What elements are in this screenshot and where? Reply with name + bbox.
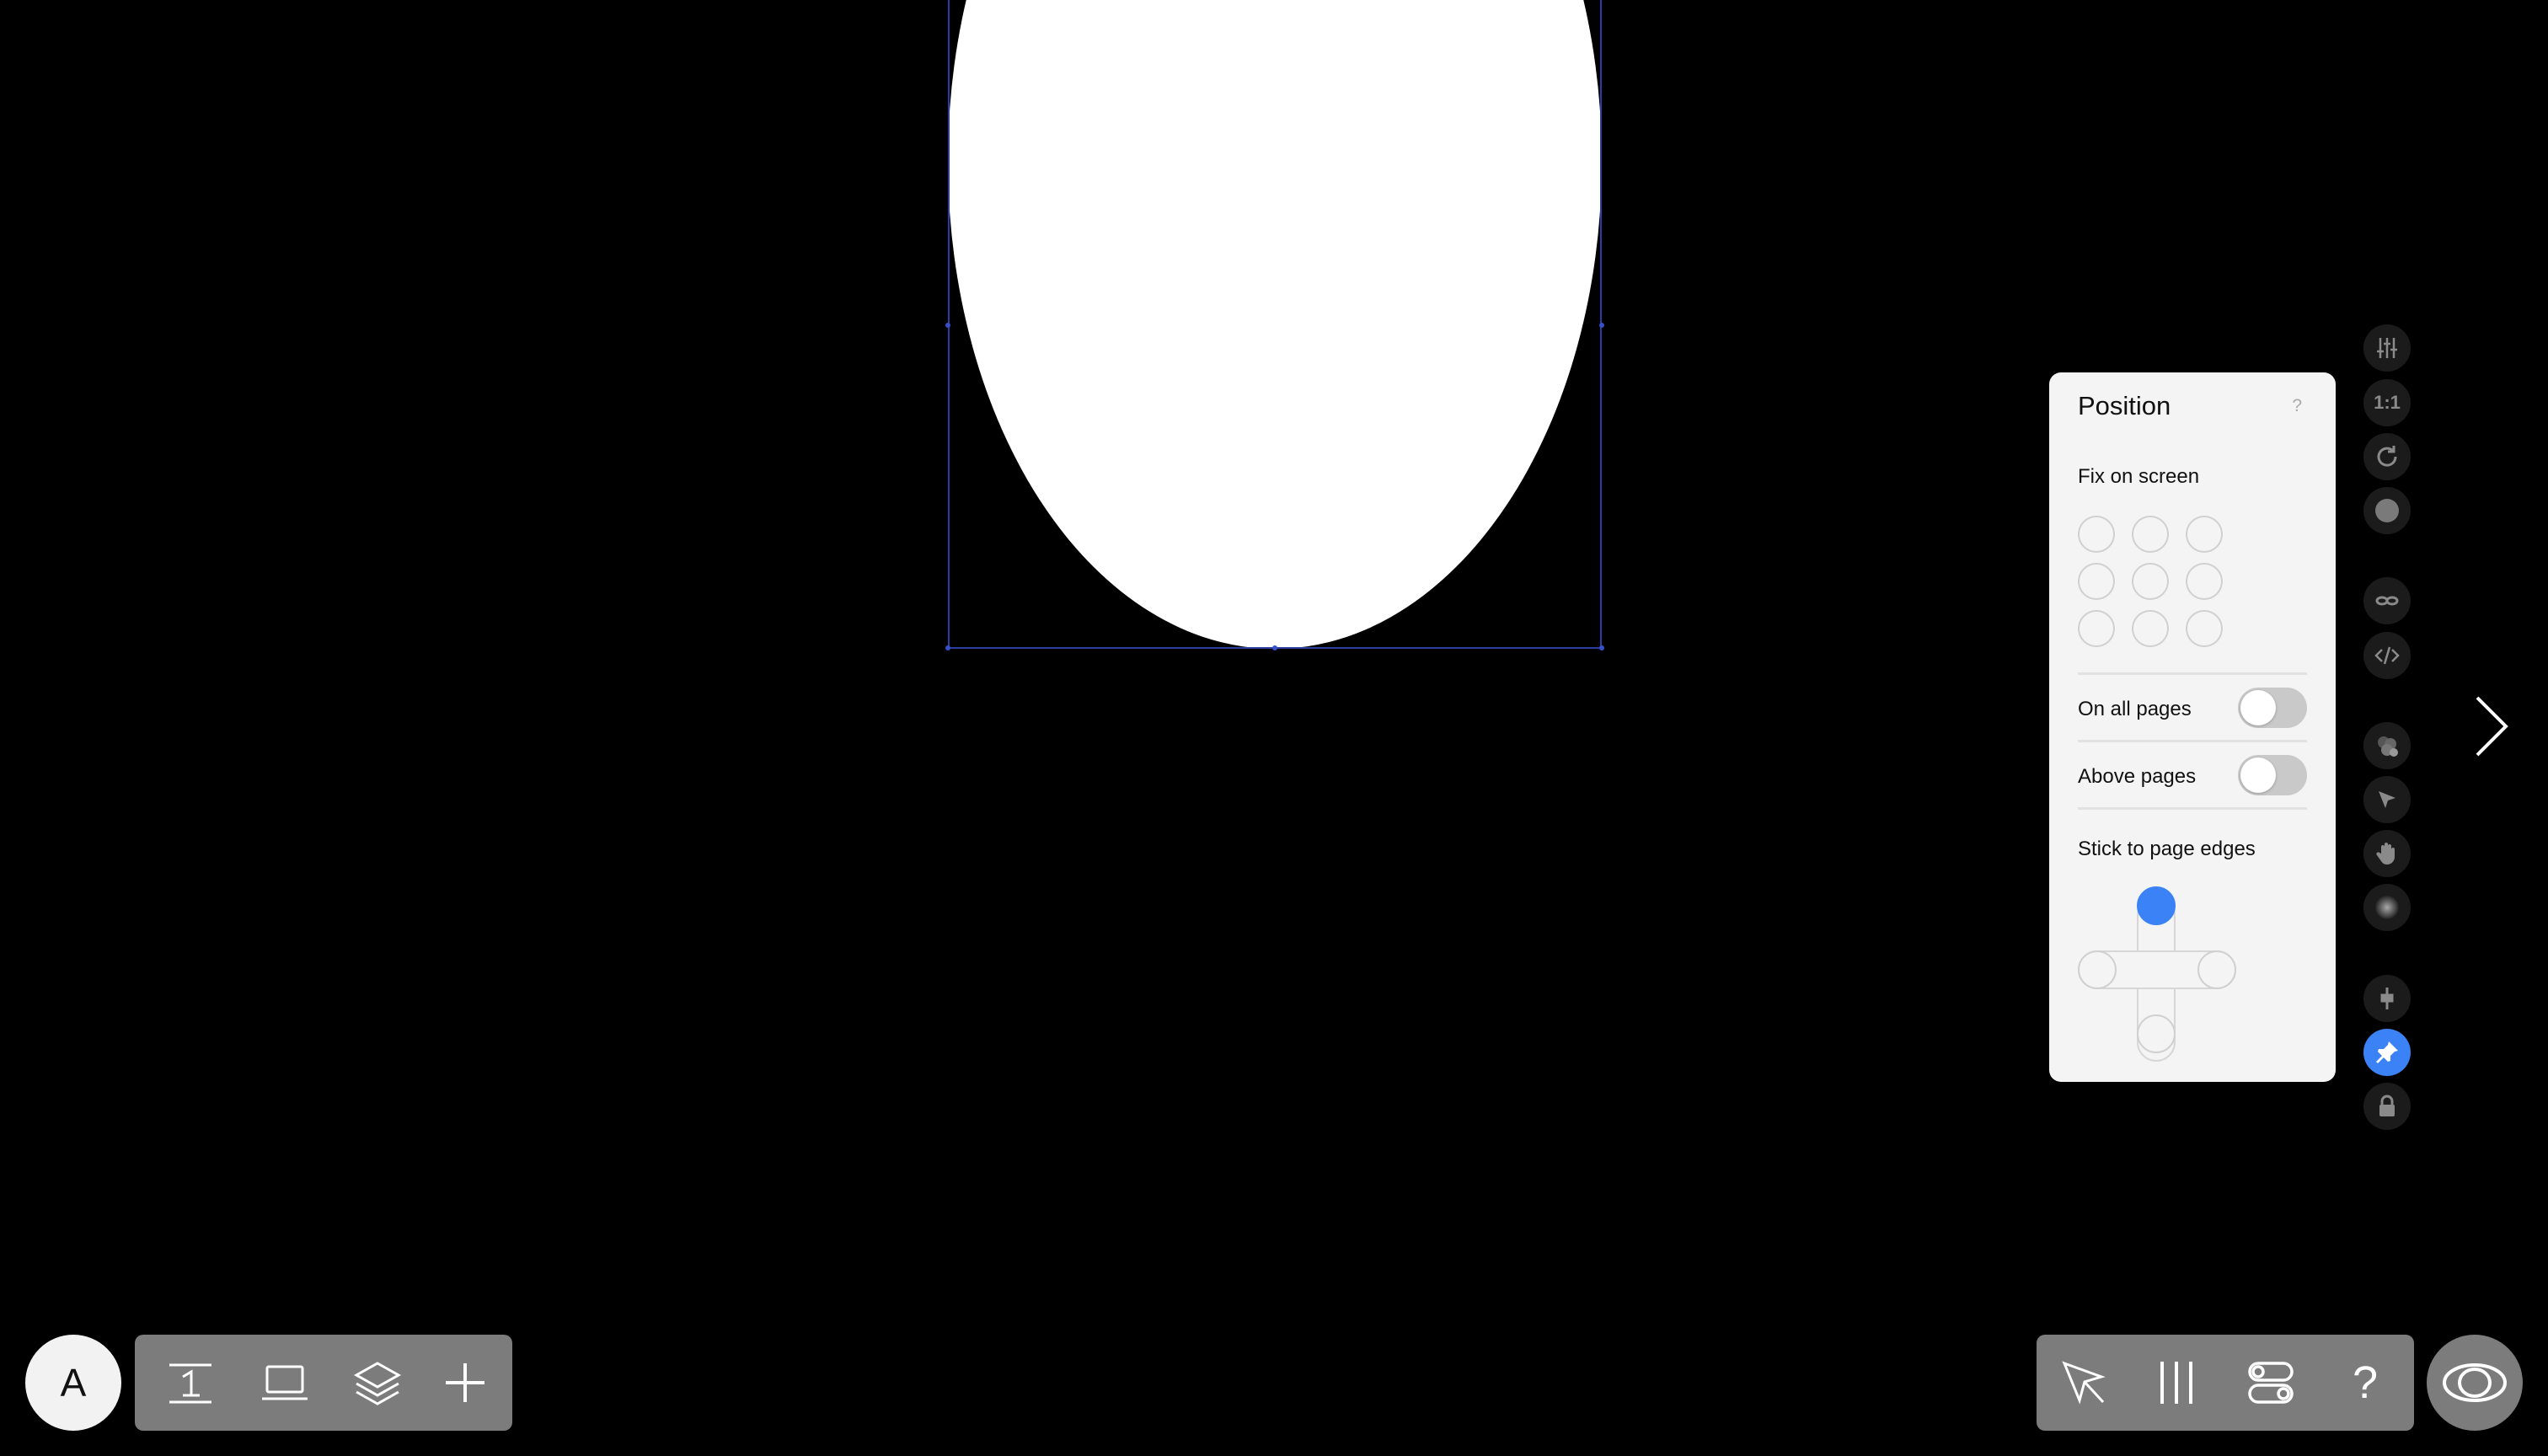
fix-top-right[interactable]: [2186, 516, 2223, 553]
fix-middle-right[interactable]: [2186, 563, 2223, 600]
panel-title: Position: [2078, 391, 2171, 420]
stick-bottom-edge[interactable]: [2137, 1014, 2176, 1053]
pin-icon[interactable]: [2363, 1029, 2411, 1076]
sliders-icon[interactable]: [2363, 324, 2411, 372]
lock-icon[interactable]: [2363, 1083, 2411, 1130]
chevron-right-icon[interactable]: [2469, 693, 2513, 760]
fix-on-screen-label: Fix on screen: [2078, 465, 2200, 488]
fix-top-left[interactable]: [2078, 516, 2115, 553]
page-number-icon[interactable]: [157, 1349, 224, 1416]
selection-box[interactable]: [948, 0, 1602, 649]
select-tool-icon[interactable]: [2050, 1349, 2117, 1416]
stick-top-edge[interactable]: [2137, 886, 2176, 925]
bottom-toolbar-right: ?: [2037, 1335, 2414, 1431]
link-icon[interactable]: [2363, 577, 2411, 624]
bottom-toolbar-left: [135, 1335, 512, 1431]
hand-icon[interactable]: [2363, 830, 2411, 877]
ratio-button[interactable]: 1:1: [2363, 379, 2411, 426]
stick-to-page-edges-label: Stick to page edges: [2078, 838, 2256, 860]
plus-icon[interactable]: [431, 1349, 499, 1416]
rotate-icon[interactable]: [2363, 433, 2411, 480]
fix-top-center[interactable]: [2132, 516, 2169, 553]
toggles-icon[interactable]: [2237, 1349, 2304, 1416]
fix-bottom-center[interactable]: [2132, 610, 2169, 647]
above-pages-label: Above pages: [2078, 765, 2197, 788]
fix-middle-left[interactable]: [2078, 563, 2115, 600]
layers-icon[interactable]: [344, 1349, 411, 1416]
stick-right-edge[interactable]: [2197, 950, 2236, 989]
divider: [2078, 807, 2307, 810]
on-all-pages-toggle[interactable]: [2238, 688, 2307, 728]
color-swatch-icon[interactable]: [2363, 487, 2411, 534]
columns-icon[interactable]: [2143, 1349, 2210, 1416]
shadow-icon[interactable]: [2363, 884, 2411, 931]
selection-handle-bottom-right[interactable]: [1599, 645, 1604, 650]
fix-bottom-left[interactable]: [2078, 610, 2115, 647]
selection-handle-right[interactable]: [1599, 323, 1604, 328]
above-pages-toggle[interactable]: [2238, 755, 2307, 795]
device-icon[interactable]: [251, 1349, 318, 1416]
cursor-icon[interactable]: [2363, 776, 2411, 823]
stick-left-edge[interactable]: [2078, 950, 2117, 989]
avatar[interactable]: A: [25, 1335, 121, 1431]
help-button[interactable]: ?: [2331, 1349, 2399, 1416]
selection-handle-left[interactable]: [945, 323, 950, 328]
help-icon[interactable]: ?: [2292, 396, 2302, 416]
fix-bottom-right[interactable]: [2186, 610, 2223, 647]
blend-icon[interactable]: [2363, 722, 2411, 769]
on-all-pages-label: On all pages: [2078, 698, 2192, 720]
selection-handle-bottom-left[interactable]: [945, 645, 950, 650]
anchor-icon[interactable]: [2363, 975, 2411, 1022]
eye-icon[interactable]: [2427, 1335, 2523, 1431]
position-panel: Position ? Fix on screen On all pages Ab…: [2049, 372, 2336, 1082]
selection-handle-bottom[interactable]: [1272, 645, 1277, 650]
fix-middle-center[interactable]: [2132, 563, 2169, 600]
divider: [2078, 740, 2307, 742]
divider: [2078, 672, 2307, 675]
code-icon[interactable]: [2363, 632, 2411, 679]
